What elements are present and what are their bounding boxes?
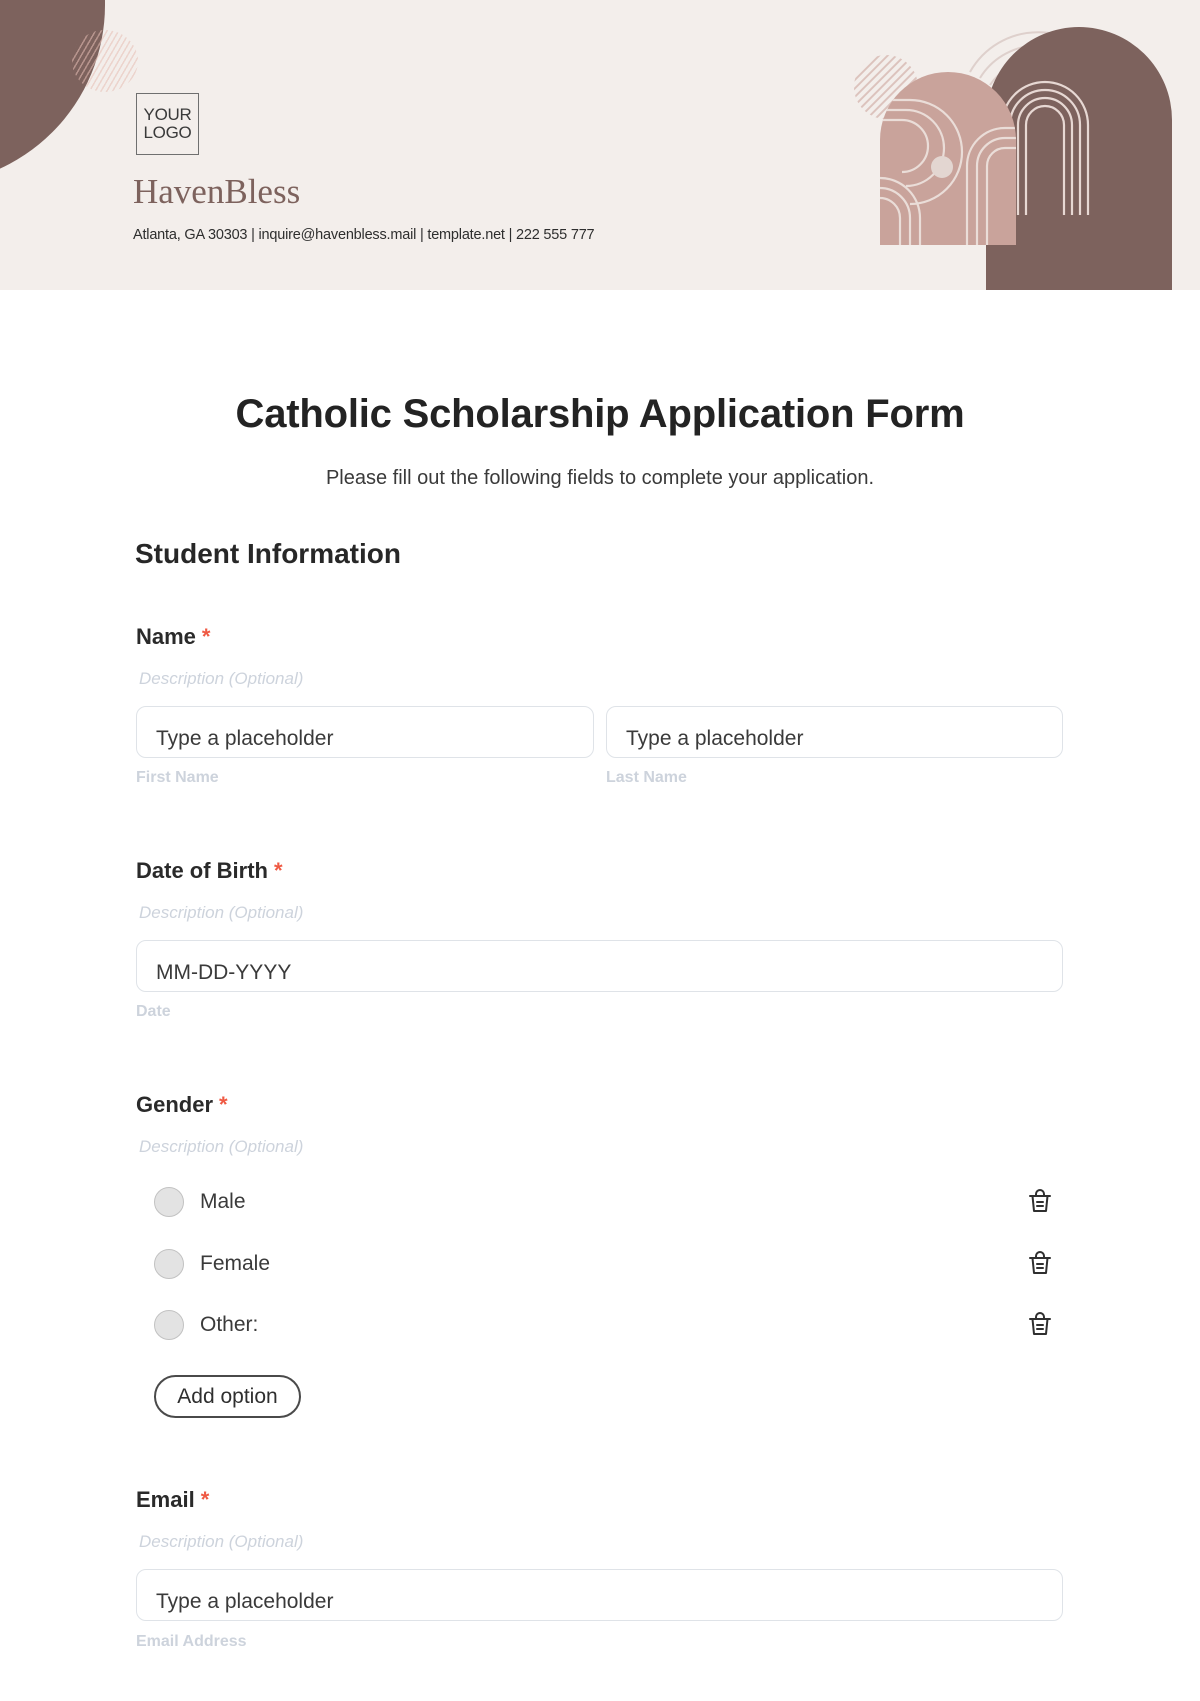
first-name-sublabel: First Name — [136, 769, 219, 786]
gender-option-female[interactable]: Female — [154, 1247, 1054, 1281]
dob-label: Date of Birth * — [136, 858, 283, 883]
form-subtitle: Please fill out the following fields to … — [325, 467, 875, 489]
gender-description[interactable]: Description (Optional) — [139, 1137, 303, 1157]
required-marker: * — [219, 1092, 228, 1117]
dob-description[interactable]: Description (Optional) — [139, 903, 303, 923]
radio-button[interactable] — [154, 1310, 184, 1340]
radio-button[interactable] — [154, 1249, 184, 1279]
trash-icon[interactable] — [1026, 1250, 1054, 1278]
trash-icon[interactable] — [1026, 1311, 1054, 1339]
name-label: Name * — [136, 624, 211, 649]
email-description[interactable]: Description (Optional) — [139, 1532, 303, 1552]
brand-name: HavenBless — [133, 172, 301, 211]
trash-icon[interactable] — [1026, 1188, 1054, 1216]
first-name-input[interactable]: Type a placeholder — [136, 706, 594, 758]
required-marker: * — [201, 624, 211, 649]
dob-sublabel: Date — [136, 1003, 171, 1020]
required-marker: * — [274, 858, 283, 883]
form-title: Catholic Scholarship Application Form — [235, 392, 965, 436]
gender-option-other[interactable]: Other: — [154, 1308, 1054, 1342]
required-marker: * — [200, 1487, 210, 1512]
email-input[interactable]: Type a placeholder — [136, 1569, 1063, 1621]
last-name-sublabel: Last Name — [606, 769, 687, 786]
email-sublabel: Email Address — [136, 1633, 247, 1650]
letterhead-header: YOUR LOGO HavenBless Atlanta, GA 30303 |… — [0, 0, 1200, 290]
decorative-arches-graphic — [854, 27, 1172, 290]
contact-info: Atlanta, GA 30303 | inquire@havenbless.m… — [133, 227, 595, 243]
logo-text: YOUR LOGO — [143, 105, 192, 142]
gender-option-male[interactable]: Male — [154, 1185, 1054, 1219]
add-option-button[interactable]: Add option — [154, 1375, 301, 1418]
radio-button[interactable] — [154, 1187, 184, 1217]
logo-placeholder: YOUR LOGO — [136, 93, 199, 155]
email-label: Email * — [136, 1487, 210, 1512]
decorative-striped-circle — [72, 30, 138, 92]
gender-label: Gender * — [136, 1092, 228, 1117]
section-title: Student Information — [135, 538, 401, 569]
small-dot — [931, 156, 953, 178]
name-description[interactable]: Description (Optional) — [139, 669, 303, 689]
dob-input[interactable]: MM-DD-YYYY — [136, 940, 1063, 992]
decorative-shape-left — [0, 0, 105, 185]
last-name-input[interactable]: Type a placeholder — [606, 706, 1063, 758]
